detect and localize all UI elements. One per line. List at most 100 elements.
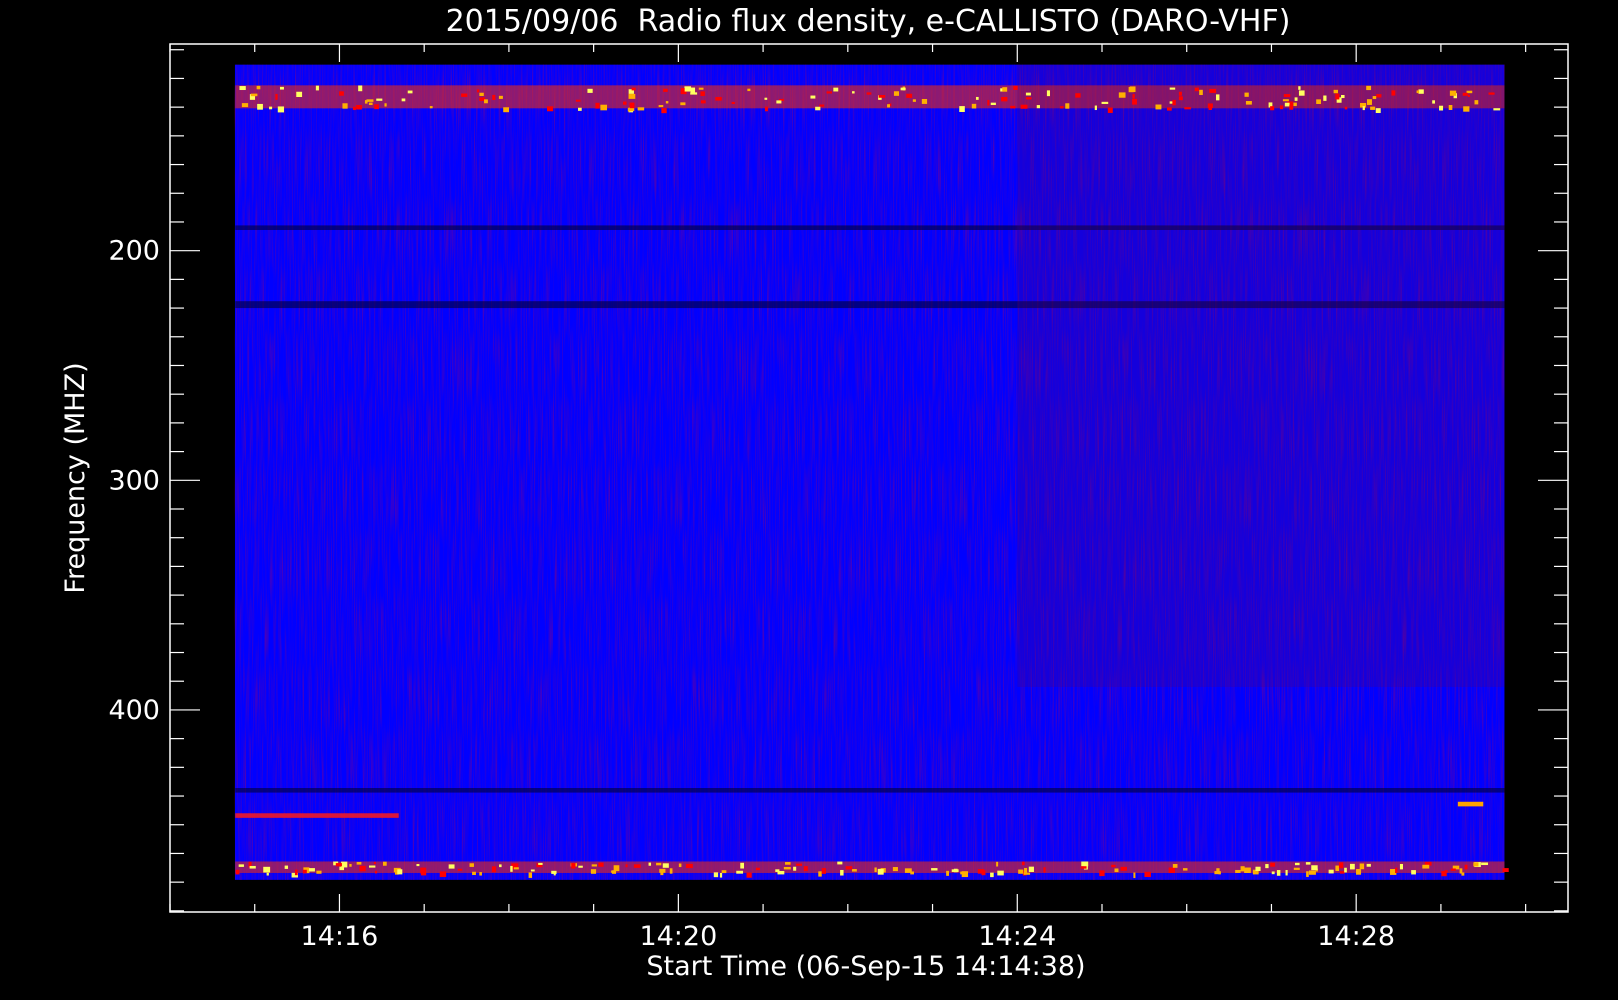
rfi-speckle bbox=[959, 106, 965, 112]
rfi-speckle bbox=[238, 864, 244, 867]
rfi-speckle bbox=[315, 85, 319, 91]
rfi-speckle bbox=[815, 106, 821, 111]
rfi-speckle bbox=[684, 86, 692, 92]
rfi-speckle bbox=[1276, 870, 1281, 876]
rfi-speckle bbox=[736, 870, 744, 874]
rfi-speckle bbox=[397, 869, 403, 875]
rfi-speckle bbox=[1305, 862, 1311, 865]
rfi-speckle bbox=[1132, 98, 1137, 105]
rfi-speckle bbox=[1399, 863, 1403, 870]
rfi-speckle bbox=[263, 866, 271, 873]
rfi-speckle bbox=[764, 97, 768, 100]
rfi-speckle bbox=[1178, 91, 1182, 96]
rfi-speckle bbox=[269, 106, 273, 110]
x-tick-label: 14:28 bbox=[1317, 921, 1395, 952]
rfi-speckle bbox=[713, 872, 719, 878]
rfi-speckle bbox=[1349, 863, 1355, 870]
rfi-speckle bbox=[359, 865, 366, 872]
rfi-speckle bbox=[1418, 89, 1424, 94]
rfi-speckle bbox=[747, 88, 751, 92]
rfi-speckle bbox=[975, 96, 979, 100]
rfi-speckle bbox=[472, 871, 476, 876]
rfi-speckle bbox=[625, 864, 628, 868]
rfi-speckle bbox=[1099, 870, 1105, 877]
rfi-speckle bbox=[1168, 867, 1176, 874]
rfi-speckle bbox=[1308, 870, 1316, 875]
rfi-speckle bbox=[275, 93, 278, 100]
rfi-speckle bbox=[296, 91, 303, 98]
rfi-speckle bbox=[1120, 866, 1127, 871]
rfi-speckle bbox=[698, 87, 704, 90]
rfi-speckle bbox=[1294, 862, 1300, 866]
rfi-speckle bbox=[302, 869, 307, 874]
rfi-speckle bbox=[595, 102, 600, 109]
rfi-speckle bbox=[892, 867, 898, 872]
rfi-speckle bbox=[1166, 107, 1172, 111]
rfi-speckle bbox=[368, 865, 376, 868]
rfi-speckle bbox=[484, 99, 488, 104]
rfi-speckle bbox=[690, 87, 696, 93]
rfi-speckle bbox=[341, 861, 348, 868]
rfi-speckle bbox=[685, 863, 693, 869]
rfi-speckle bbox=[1270, 106, 1275, 111]
rfi-speckle bbox=[1133, 872, 1136, 879]
rfi-speckle bbox=[987, 99, 990, 106]
rfi-speckle bbox=[1344, 106, 1348, 110]
rfi-speckle bbox=[1209, 88, 1216, 93]
rfi-speckle bbox=[996, 861, 999, 867]
rfi-speckle bbox=[1279, 105, 1284, 110]
rfi-speckle bbox=[961, 871, 969, 878]
rfi-speckle bbox=[1411, 870, 1416, 875]
rfi-speckle bbox=[921, 98, 928, 104]
rfi-speckle bbox=[356, 104, 362, 110]
rfi-speckle bbox=[1298, 90, 1305, 96]
rfi-speckle bbox=[578, 865, 583, 868]
rfi-speckle bbox=[257, 103, 263, 110]
y-tick-label: 400 bbox=[108, 695, 160, 726]
rfi-speckle bbox=[1144, 871, 1151, 878]
rfi-speckle bbox=[1416, 90, 1420, 94]
rfi-speckle bbox=[678, 863, 682, 868]
rfi-speckle bbox=[590, 869, 597, 874]
rfi-speckle bbox=[598, 862, 604, 867]
rfi-speckle bbox=[358, 85, 363, 92]
rfi-speckle bbox=[840, 869, 844, 876]
rfi-speckle bbox=[384, 103, 387, 107]
rfi-speckle bbox=[1366, 99, 1372, 105]
rfi-speckle bbox=[826, 91, 833, 94]
rfi-speckle bbox=[513, 867, 519, 870]
rfi-speckle bbox=[1132, 94, 1135, 99]
rfi-speckle bbox=[833, 87, 839, 92]
rfi-speckle bbox=[308, 868, 315, 872]
rfi-speckle bbox=[951, 869, 959, 872]
rfi-speckle bbox=[349, 863, 352, 867]
rfi-speckle bbox=[997, 870, 1004, 876]
rfi-speckle bbox=[1023, 872, 1031, 875]
rfi-speckle bbox=[818, 871, 822, 877]
rfi-speckle bbox=[374, 104, 379, 110]
rfi-speckle bbox=[498, 95, 503, 99]
rfi-speckle bbox=[538, 862, 543, 865]
rfi-speckle bbox=[457, 868, 463, 871]
rfi-speckle bbox=[1184, 107, 1191, 110]
rfi-speckle bbox=[877, 868, 884, 875]
rfi-speckle bbox=[1118, 92, 1126, 98]
rfi-speckle bbox=[1422, 864, 1430, 869]
rfi-speckle bbox=[971, 103, 977, 109]
rfi-speckle bbox=[1010, 105, 1016, 109]
rfi-speckle bbox=[1172, 99, 1176, 106]
rfi-speckle bbox=[1338, 862, 1344, 869]
rfi-speckle bbox=[1316, 99, 1322, 104]
rfi-speckle bbox=[715, 96, 722, 101]
rfi-speckle bbox=[1208, 107, 1212, 111]
rfi-speckle bbox=[690, 92, 698, 95]
rfi-speckle bbox=[241, 103, 249, 108]
rfi-speckle bbox=[416, 863, 420, 867]
rfi-speckle bbox=[821, 868, 827, 874]
rfi-speckle bbox=[669, 868, 673, 874]
rfi-speckle bbox=[783, 866, 791, 870]
rfi-speckle bbox=[665, 101, 669, 104]
rfi-speckle bbox=[1172, 864, 1178, 868]
rfi-speckle bbox=[401, 98, 406, 102]
rfi-speckle bbox=[1294, 97, 1298, 101]
